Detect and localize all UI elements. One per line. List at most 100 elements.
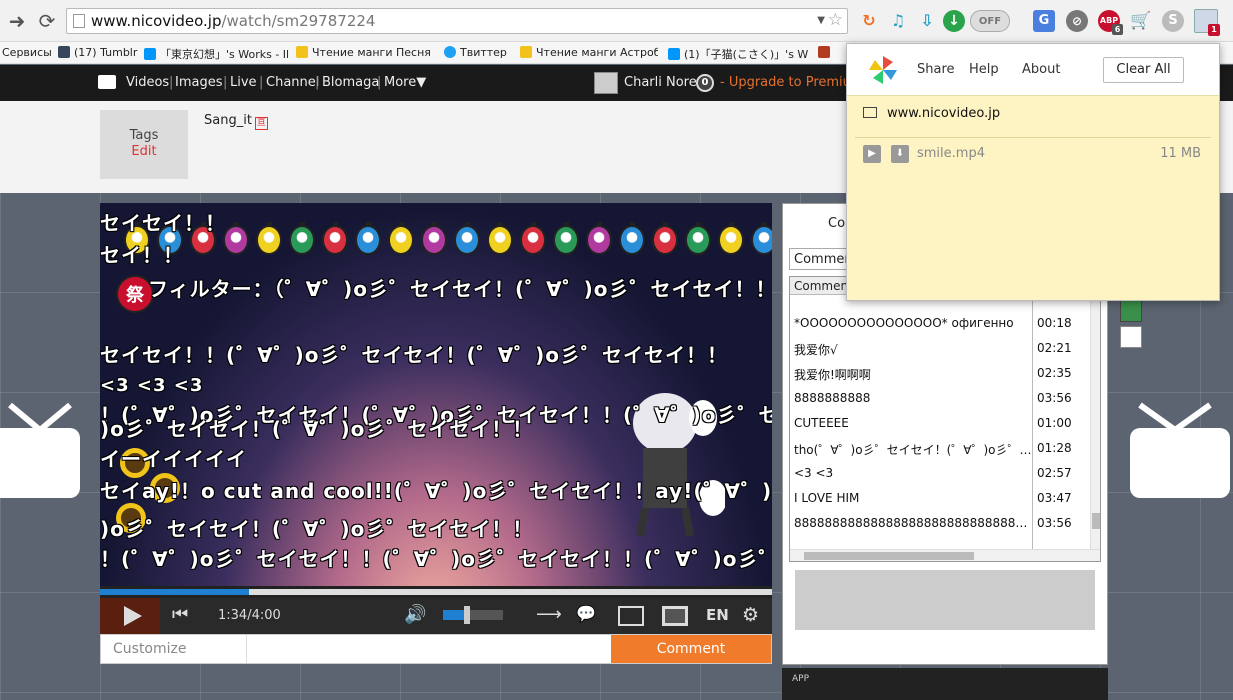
comment-text: *OOOOOOOOOOOOOOO* офигенно [794,316,1014,330]
lantern-decoration [718,222,744,255]
lantern-decoration [256,222,282,255]
bookmark-item[interactable]: Сервисы [2,46,54,59]
abp-count-badge: 6 [1112,24,1123,35]
table-row[interactable]: I LOVE HIM 03:47 [790,486,1090,511]
play-button[interactable] [100,598,160,634]
app-button[interactable]: APP [782,668,1108,700]
skip-back-icon[interactable]: ⏮ [172,604,188,625]
refresh-ext-icon[interactable]: ↻ [858,10,880,32]
table-row[interactable]: 我爱你√ 02:21 [790,336,1090,361]
comment-toggle-icon[interactable]: 💬 [576,604,596,623]
bookmark-item[interactable] [818,46,842,59]
comment-submit-button[interactable]: Comment [611,635,771,663]
color-swatch[interactable] [1120,300,1142,322]
window-mode-icon[interactable] [618,606,644,626]
player-controls: ⏮ 1:34/4:00 🔊 ⟶ 💬 EN ⚙ [100,598,772,634]
nav-channel[interactable]: Channel [266,75,319,90]
comment-time: 02:35 [1037,366,1072,380]
comment-time: 03:56 [1037,391,1072,405]
bookmark-item[interactable]: Чтение манги Песня ве [296,46,432,59]
bookmark-item[interactable]: Чтение манги Астробоі [520,46,658,59]
comment-time: 00:18 [1037,316,1072,330]
clear-all-button[interactable]: Clear All [1103,57,1184,83]
niconico-tv-icon[interactable] [98,75,116,89]
volume-icon[interactable]: 🔊 [404,604,426,625]
about-menu-item[interactable]: About [1022,62,1060,77]
compass-icon[interactable]: ⊘ [1066,10,1088,32]
gear-icon[interactable]: ⚙ [742,604,759,626]
tag-item[interactable]: Sang_it 亘 [204,113,268,130]
forward-icon[interactable]: ➜ [4,8,30,34]
horizontal-scrollbar[interactable] [790,549,1100,561]
color-swatch[interactable] [1120,326,1142,348]
upgrade-link[interactable]: - Upgrade to Premium [720,75,864,90]
table-row[interactable]: *OOOOOOOOOOOOOOO* офигенно 00:18 [790,311,1090,336]
nav-videos[interactable]: Videos [126,75,169,90]
nav-more[interactable]: More▼ [384,75,426,90]
lantern-decoration [652,222,678,255]
table-row[interactable]: tho(゜∀゜)o彡゜セイセイ！(゜∀゜)o彡゜セイセイ！！ 01:28 [790,436,1090,461]
points-count: 0 [701,77,709,88]
user-name[interactable]: Charli Nore [624,75,697,90]
comment-input[interactable] [248,635,611,663]
nav-images[interactable]: Images [175,75,223,90]
ad-placeholder [795,570,1095,630]
scroll-thumb[interactable] [1092,513,1100,529]
customize-button[interactable]: Customize [101,635,247,663]
file-name[interactable]: smile.mp4 [917,146,985,161]
fullscreen-icon[interactable] [662,606,688,626]
pinwheel-logo-icon [869,56,897,84]
bookmark-item[interactable]: Твиттер [444,46,514,59]
comment-text: <3 <3 [794,466,834,480]
table-row[interactable]: 我爱你!啊啊啊 02:35 [790,361,1090,386]
download-site-label: www.nicovideo.jp [887,106,1001,121]
app-label: APP [792,674,810,684]
share-menu-item[interactable]: Share [917,62,955,77]
reload-icon[interactable]: ⟳ [34,8,60,34]
download-icon[interactable]: ⬇ [891,145,909,163]
cart-icon[interactable]: 🛒 [1130,10,1152,32]
download-cloud-icon[interactable]: ⇩ [916,10,938,32]
avatar[interactable] [594,72,618,94]
skype-icon[interactable]: S [1162,10,1184,32]
abp-count: 6 [1114,25,1121,34]
download-icon[interactable]: ↓ [943,10,965,32]
lantern-decoration [619,222,645,255]
language-button[interactable]: EN [706,606,729,624]
vertical-scrollbar[interactable] [1090,295,1100,550]
nav-live[interactable]: Live [230,75,257,90]
table-row[interactable]: <3 <3 02:57 [790,461,1090,486]
tv-icon [863,107,877,118]
table-row[interactable]: CUTEEEE 01:00 [790,411,1090,436]
bookmark-item[interactable]: 「東京幻想」's Works - Il [144,46,290,62]
table-row[interactable]: 88888888888888888888888888888888888 03:56 [790,511,1090,536]
volume-slider[interactable] [443,606,503,624]
address-bar[interactable]: www.nicovideo.jp/watch/sm29787224 ▼ ☆ [66,8,848,34]
nav-blomaga[interactable]: Blomaga [322,75,379,90]
help-menu-item[interactable]: Help [969,62,999,77]
headphones-icon[interactable]: ♫ [887,10,909,32]
lantern-decoration [520,222,546,255]
play-icon[interactable]: ▶ [863,145,881,163]
comment-text: tho(゜∀゜)o彡゜セイセイ！(゜∀゜)o彡゜セイセイ！！ [794,443,1032,457]
video-comment: セイay!！o cut and cool!!(゜∀゜)o彡゜セイセイ！！ay!(… [100,479,772,503]
toggle-off[interactable]: OFF [970,10,1010,32]
volume-knob[interactable] [464,606,470,624]
chevron-down-icon[interactable]: ▼ [817,9,825,33]
comment-text: 8888888888 [794,391,871,405]
table-row[interactable]: 8888888888 03:56 [790,386,1090,411]
comment-text: CUTEEEE [794,416,849,430]
bookmark-item[interactable]: (17) Tumblr [58,46,138,59]
bookmark-item[interactable]: (1)「子猫(こさく)」's Work [668,46,808,62]
comment-text: I LOVE HIM [794,491,860,505]
bookmark-star-icon[interactable]: ☆ [828,8,843,32]
scroll-thumb[interactable] [804,552,974,560]
loop-arrow-icon[interactable]: ⟶ [536,604,562,625]
nav-separator: | [377,75,382,90]
seek-bar[interactable] [100,586,772,598]
translate-icon[interactable]: G [1033,10,1055,32]
comment-text: 我爱你!啊啊啊 [794,368,871,382]
tags-edit-link[interactable]: Edit [100,144,188,160]
comment-text: 我爱你√ [794,343,838,357]
video-screen[interactable]: 祭 セイセイ！！ セイ！！ フィルター：（゜∀゜)o彡゜セイセイ！(゜∀゜)o彡゜セ… [100,203,772,586]
